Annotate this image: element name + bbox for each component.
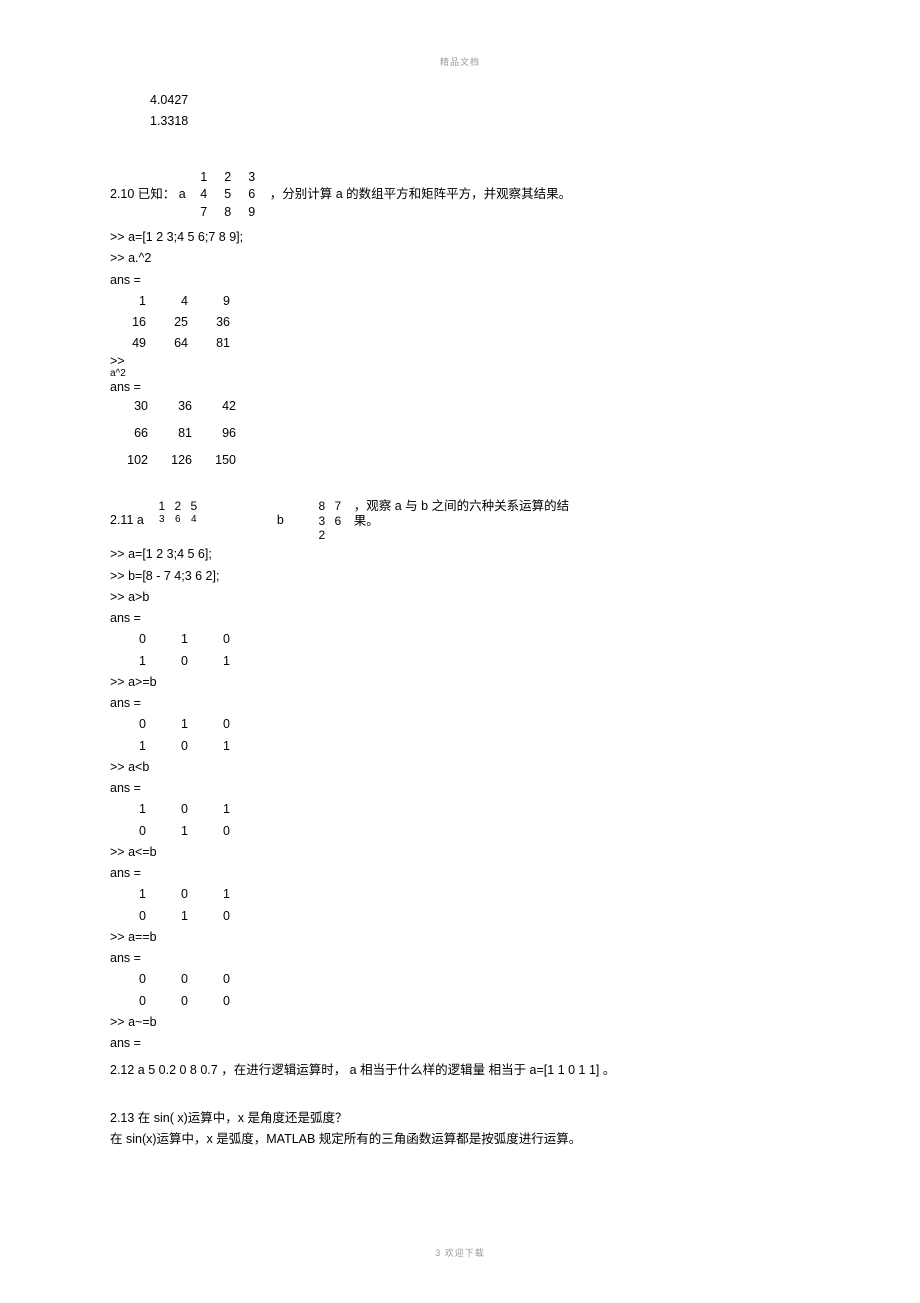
answer-2-13: 在 sin(x)运算中，x 是弧度，MATLAB 规定所有的三角函数运算都是按弧… (110, 1129, 810, 1150)
intro-values: 4.0427 1.3318 (110, 90, 810, 133)
q211-matrix-b: 87 36 2 (314, 499, 346, 542)
q210-matrix-a: 123 456 789 (192, 169, 264, 222)
code-line: >> a=[1 2 3;4 5 6;7 8 9]; (110, 227, 810, 248)
code-line: >> a.^2 (110, 248, 810, 269)
question-2-13: 2.13 在 sin( x)运算中，x 是角度还是弧度？ (110, 1108, 810, 1129)
code-line: >> b=[8 - 7 4;3 6 2]; (110, 566, 810, 587)
code-line: >> (110, 355, 810, 369)
code-line: ans = (110, 948, 810, 969)
code-line: ans = (110, 863, 810, 884)
matrix-output: 101 010 (110, 799, 810, 842)
q210-tail: ，分别计算 a 的数组平方和矩阵平方，并观察其结果。 (270, 184, 571, 205)
q211-mid: b (277, 510, 284, 531)
page-footer: 3 欢迎下载 (0, 1246, 920, 1261)
q211-label: 2.11 a (110, 510, 144, 531)
matrix-output: 303642 668196 102126150 (110, 396, 810, 472)
code-line: >> a=[1 2 3;4 5 6]; (110, 544, 810, 565)
code-line: ans = (110, 608, 810, 629)
code-line: a^2 (110, 368, 810, 379)
q211-tail: ，观察 a 与 b 之间的六种关系运算的结 果。 (354, 499, 569, 542)
q210-label: 2.10 已知： a (110, 184, 186, 205)
code-line: ans = (110, 778, 810, 799)
code-line: >> a<b (110, 757, 810, 778)
matrix-output: 101 010 (110, 884, 810, 927)
question-2-12: 2.12 a 5 0.2 0 8 0.7 ，在进行逻辑运算时， a 相当于什么样… (110, 1060, 810, 1081)
document-body: 4.0427 1.3318 2.10 已知： a 123 456 789 ，分别… (110, 50, 810, 1150)
value-line: 4.0427 (150, 90, 810, 111)
q211-matrix-a: 125 364 (154, 499, 202, 542)
code-line: >> a>=b (110, 672, 810, 693)
matrix-output: 149 162536 496481 (110, 291, 810, 355)
matrix-output: 000 000 (110, 969, 810, 1012)
code-line: >> a<=b (110, 842, 810, 863)
code-line: >> a>b (110, 587, 810, 608)
question-2-11: 2.11 a 125 364 b 87 36 2 ，观察 a 与 b 之间的六种… (110, 499, 810, 542)
value-line: 1.3318 (150, 111, 810, 132)
matrix-output: 010 101 (110, 629, 810, 672)
code-line: ans = (110, 1033, 810, 1054)
code-line: >> a==b (110, 927, 810, 948)
code-line: ans = (110, 379, 810, 395)
matrix-output: 010 101 (110, 714, 810, 757)
code-line: >> a~=b (110, 1012, 810, 1033)
page-header: 精品文档 (0, 55, 920, 70)
code-line: ans = (110, 270, 810, 291)
code-line: ans = (110, 693, 810, 714)
question-2-10: 2.10 已知： a 123 456 789 ，分别计算 a 的数组平方和矩阵平… (110, 169, 810, 222)
